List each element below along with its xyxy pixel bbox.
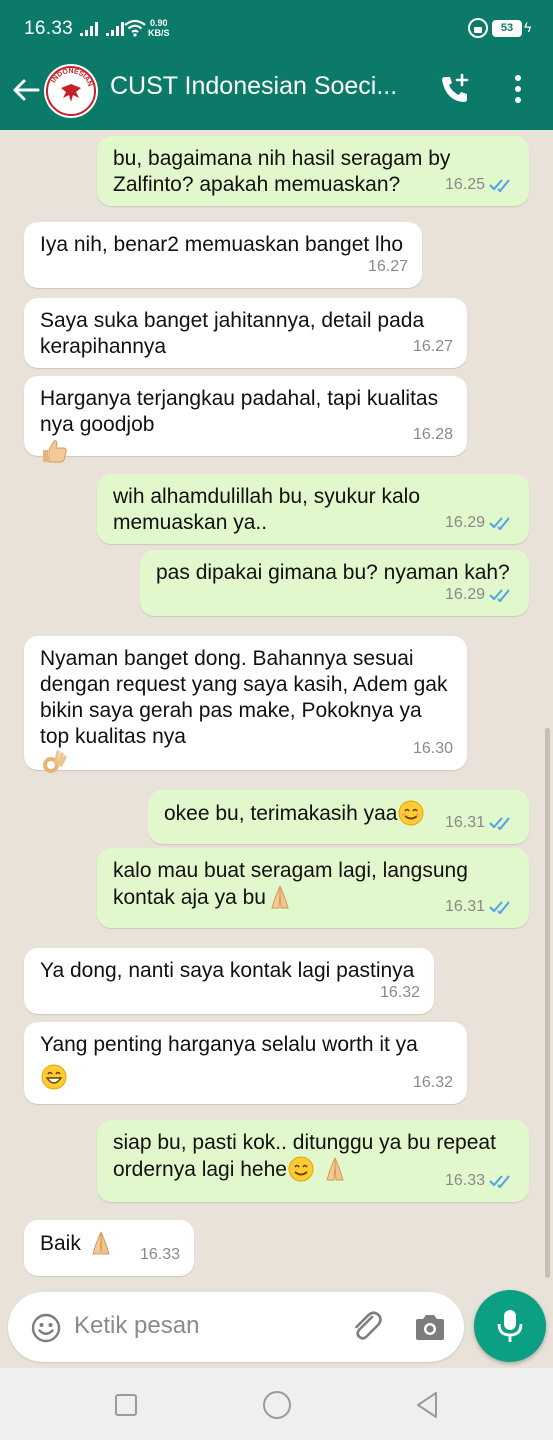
charging-icon: ϟ bbox=[524, 19, 532, 35]
system-nav-bar bbox=[0, 1368, 553, 1440]
double-check-icon bbox=[489, 817, 510, 830]
message-time: 16.25 bbox=[444, 176, 485, 193]
message-text: okee bu, terimakasih yaa bbox=[164, 802, 398, 825]
garuda-logo-icon: INDONESIAN bbox=[46, 66, 96, 116]
message-bubble[interactable]: pas dipakai gimana bu? nyaman kah? 16.29 bbox=[140, 550, 529, 616]
chat-title[interactable]: CUST Indonesian Soeci... bbox=[110, 72, 420, 101]
message-time: 16.33 bbox=[444, 1172, 485, 1189]
net-speed-value: 0.90 bbox=[149, 18, 168, 28]
message-time: 16.27 bbox=[367, 258, 408, 275]
message-time: 16.32 bbox=[379, 984, 420, 1001]
message-bubble[interactable]: siap bu, pasti kok.. ditunggu ya bu repe… bbox=[97, 1120, 529, 1202]
paperclip-icon[interactable] bbox=[348, 1308, 384, 1344]
message-text: Ya dong, nanti saya kontak lagi pastinya bbox=[40, 959, 415, 982]
signal-icon bbox=[80, 20, 124, 36]
chat-messages[interactable]: bu, bagaimana nih hasil seragam by Zalfi… bbox=[0, 130, 553, 1290]
message-text: Baik bbox=[40, 1232, 81, 1255]
message-bubble[interactable]: wih alhamdulillah bu, syukur kalo memuas… bbox=[97, 474, 529, 544]
message-time: 16.33 bbox=[139, 1246, 180, 1263]
message-time: 16.30 bbox=[412, 740, 453, 757]
message-time: 16.31 bbox=[444, 814, 485, 831]
rotation-lock-icon bbox=[468, 18, 488, 38]
net-speed: 0.90 KB/S bbox=[148, 18, 170, 38]
message-time: 16.31 bbox=[444, 898, 485, 915]
chat-header: INDONESIAN CUST Indonesian Soeci... bbox=[0, 60, 553, 130]
home-icon[interactable] bbox=[263, 1391, 291, 1419]
grin-icon bbox=[41, 1064, 67, 1090]
nav-back-icon[interactable] bbox=[414, 1390, 440, 1420]
status-time: 16.33 bbox=[24, 18, 74, 39]
status-bar: 16.33 0.90 KB/S 53 ϟ bbox=[0, 0, 553, 60]
ok-hand-icon bbox=[43, 750, 67, 773]
message-bubble[interactable]: bu, bagaimana nih hasil seragam by Zalfi… bbox=[97, 136, 529, 206]
folded-hands-icon bbox=[271, 885, 289, 909]
arrow-left-icon[interactable] bbox=[10, 74, 42, 106]
message-text: Saya suka banget jahitannya, detail pada… bbox=[40, 309, 425, 358]
net-speed-unit: KB/S bbox=[148, 28, 170, 38]
message-time: 16.28 bbox=[412, 426, 453, 443]
message-time: 16.29 bbox=[444, 514, 485, 531]
recents-icon[interactable] bbox=[115, 1394, 137, 1416]
chat-scrollbar[interactable] bbox=[545, 728, 550, 1278]
wifi-icon bbox=[124, 19, 146, 37]
avatar[interactable]: INDONESIAN bbox=[44, 64, 98, 118]
message-bubble[interactable]: Baik 16.33 bbox=[24, 1220, 194, 1276]
double-check-icon bbox=[489, 901, 510, 914]
message-bubble[interactable]: Saya suka banget jahitannya, detail pada… bbox=[24, 298, 467, 368]
message-bubble[interactable]: Nyaman banget dong. Bahannya sesuai deng… bbox=[24, 636, 467, 773]
emoji-icon[interactable] bbox=[30, 1312, 62, 1344]
folded-hands-icon bbox=[326, 1157, 344, 1181]
message-text: Harganya terjangkau padahal, tapi kualit… bbox=[40, 387, 439, 436]
folded-hands-icon bbox=[92, 1231, 110, 1255]
message-bubble[interactable]: okee bu, terimakasih yaa 16.31 bbox=[148, 790, 529, 844]
message-time: 16.32 bbox=[412, 1074, 453, 1091]
more-vert-icon[interactable] bbox=[510, 72, 526, 106]
double-check-icon bbox=[489, 589, 510, 602]
message-bubble[interactable]: kalo mau buat seragam lagi, langsung kon… bbox=[97, 848, 529, 928]
message-composer: Ketik pesan bbox=[0, 1290, 553, 1368]
message-text: Nyaman banget dong. Bahannya sesuai deng… bbox=[40, 647, 448, 748]
double-check-icon bbox=[489, 179, 510, 192]
battery-icon: 53 bbox=[492, 20, 522, 37]
message-bubble[interactable]: Yang penting harganya selalu worth it ya… bbox=[24, 1022, 467, 1104]
message-text: Iya nih, benar2 memuaskan banget lho bbox=[40, 233, 404, 256]
message-time: 16.27 bbox=[412, 338, 453, 355]
message-text: Yang penting harganya selalu worth it ya bbox=[40, 1033, 418, 1056]
mic-button[interactable] bbox=[474, 1290, 546, 1362]
thumbs-up-icon bbox=[43, 440, 67, 463]
mic-icon bbox=[497, 1310, 523, 1342]
smile-icon bbox=[398, 800, 424, 826]
message-placeholder: Ketik pesan bbox=[74, 1312, 200, 1339]
double-check-icon bbox=[489, 517, 510, 530]
message-time: 16.29 bbox=[444, 586, 485, 603]
double-check-icon bbox=[489, 1175, 510, 1188]
camera-icon[interactable] bbox=[412, 1310, 448, 1346]
phone-plus-icon[interactable] bbox=[438, 72, 472, 106]
message-bubble[interactable]: Iya nih, benar2 memuaskan banget lho 16.… bbox=[24, 222, 422, 288]
message-bubble[interactable]: Ya dong, nanti saya kontak lagi pastinya… bbox=[24, 948, 434, 1014]
message-input[interactable]: Ketik pesan bbox=[8, 1292, 464, 1362]
message-bubble[interactable]: Harganya terjangkau padahal, tapi kualit… bbox=[24, 376, 467, 463]
smile-icon bbox=[288, 1156, 314, 1182]
